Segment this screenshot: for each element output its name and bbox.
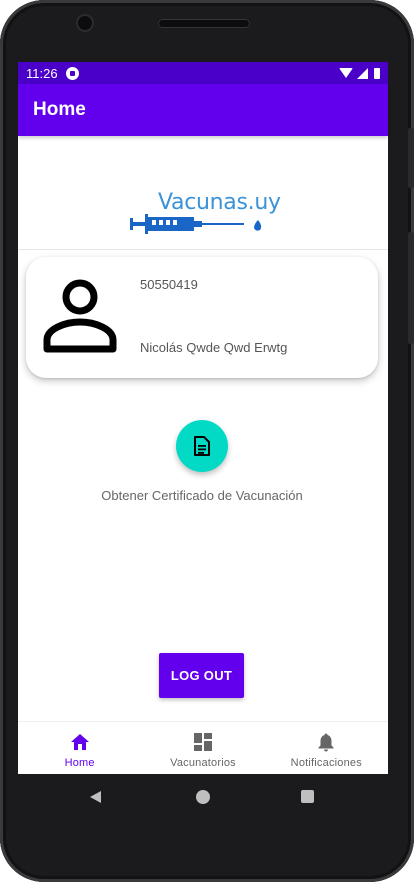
nav-label-notificaciones: Notificaciones <box>290 757 362 769</box>
person-icon <box>43 279 117 353</box>
phone-frame: 11:26 Home Vacunas.uy 50550419 Nicolás Q… <box>0 0 414 882</box>
nav-item-vacunatorios[interactable]: Vacunatorios <box>141 722 264 774</box>
signal-icon <box>357 67 368 79</box>
volume-button <box>408 232 414 344</box>
user-name: Nicolás Qwde Qwd Erwtg <box>140 340 288 355</box>
document-icon <box>194 436 210 456</box>
earpiece-speaker <box>158 19 250 28</box>
nav-item-home[interactable]: Home <box>18 722 141 774</box>
dashboard-icon <box>193 733 212 751</box>
home-circle-icon[interactable] <box>196 790 210 804</box>
syringe-icon <box>130 214 262 234</box>
nav-label-home: Home <box>64 757 95 769</box>
recent-apps-icon[interactable] <box>301 790 314 803</box>
status-time: 11:26 <box>26 65 58 81</box>
front-camera <box>78 16 92 30</box>
screen: 11:26 Home Vacunas.uy 50550419 Nicolás Q… <box>18 62 388 774</box>
bottom-navigation: Home Vacunatorios Notificaciones <box>18 721 388 774</box>
nav-item-notificaciones[interactable]: Notificaciones <box>265 722 388 774</box>
nav-label-vacunatorios: Vacunatorios <box>170 757 236 769</box>
bell-icon <box>318 733 334 752</box>
app-bar-title: Home <box>33 99 86 120</box>
status-bar: 11:26 <box>18 62 388 84</box>
app-notification-icon <box>65 66 79 80</box>
get-certificate-button[interactable] <box>176 420 228 472</box>
battery-icon <box>374 67 380 79</box>
wifi-icon <box>339 68 353 78</box>
user-id: 50550419 <box>140 277 198 292</box>
logout-button[interactable]: LOG OUT <box>159 653 244 698</box>
user-card: 50550419 Nicolás Qwde Qwd Erwtg <box>26 257 378 378</box>
certificate-label: Obtener Certificado de Vacunación <box>101 488 303 503</box>
system-navigation-bar <box>18 774 388 820</box>
logo: Vacunas.uy <box>18 136 388 249</box>
power-button <box>408 128 414 188</box>
home-icon <box>70 734 89 750</box>
app-bar: Home <box>18 84 388 136</box>
back-icon[interactable] <box>88 790 102 804</box>
header-divider <box>18 249 388 250</box>
status-indicators <box>339 67 380 79</box>
